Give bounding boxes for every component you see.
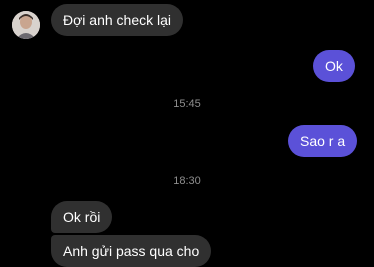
message-incoming[interactable]: Ok rồi xyxy=(51,201,113,233)
message-text: Sao r a xyxy=(300,133,346,149)
avatar-photo-icon xyxy=(12,11,40,39)
message-timestamp: 18:30 xyxy=(173,175,201,187)
message-text: Ok rồi xyxy=(63,209,101,225)
message-outgoing[interactable]: Sao r a xyxy=(288,125,358,157)
message-text: Đợi anh check lại xyxy=(63,12,172,28)
chat-thread: Đợi anh check lại Ok 15:45 Sao r a 18:30… xyxy=(0,0,374,267)
message-outgoing[interactable]: Ok xyxy=(313,50,355,82)
message-text: Ok xyxy=(325,58,343,74)
message-incoming[interactable]: Anh gửi pass qua cho xyxy=(51,235,212,267)
message-timestamp: 15:45 xyxy=(173,98,201,110)
message-incoming[interactable]: Đợi anh check lại xyxy=(51,4,184,36)
contact-avatar[interactable] xyxy=(12,11,40,39)
